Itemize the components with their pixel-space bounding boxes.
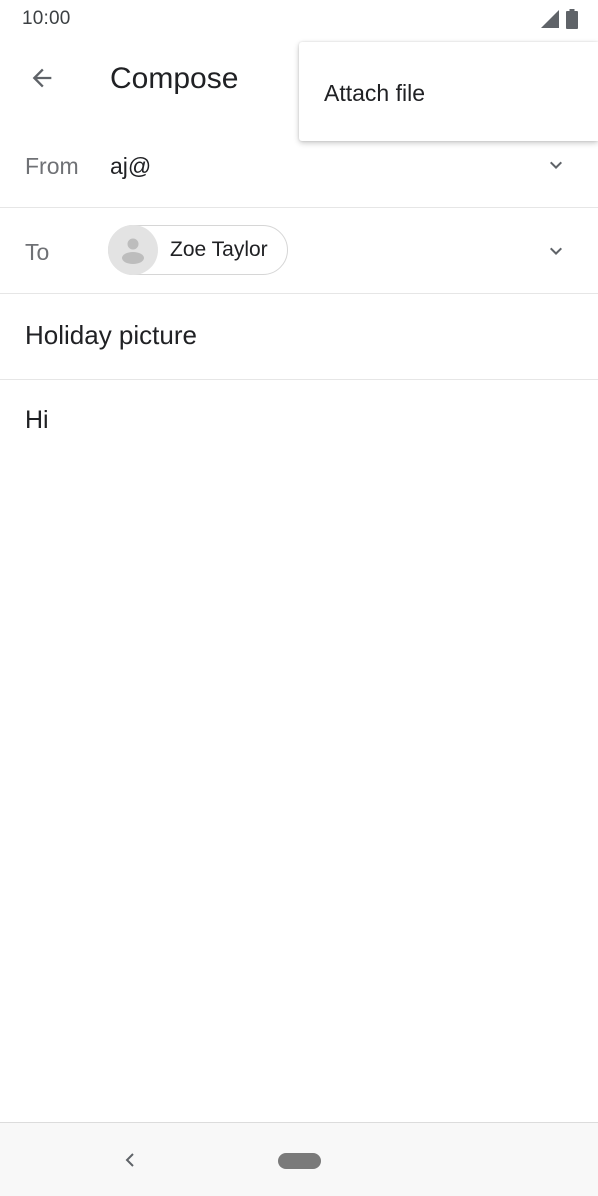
to-row[interactable]: To Zoe Taylor: [0, 208, 598, 294]
status-time: 10:00: [22, 8, 71, 29]
recipient-chip[interactable]: Zoe Taylor: [108, 225, 288, 275]
back-button[interactable]: [18, 58, 66, 102]
overflow-menu: Attach file: [299, 42, 598, 141]
battery-icon: [566, 9, 578, 34]
from-value[interactable]: aj@: [110, 153, 151, 180]
menu-item-attach-file[interactable]: Attach file: [299, 42, 598, 141]
home-pill-icon[interactable]: [278, 1153, 321, 1169]
chevron-down-icon[interactable]: [542, 151, 570, 179]
recipient-name: Zoe Taylor: [170, 238, 268, 261]
body-field[interactable]: Hi: [25, 406, 49, 435]
page-title: Compose: [110, 62, 239, 95]
status-icons: [540, 9, 578, 34]
arrow-left-icon: [28, 64, 56, 97]
person-icon: [108, 225, 158, 275]
system-nav-bar: [0, 1122, 598, 1196]
status-bar: 10:00: [0, 0, 598, 38]
menu-item-label: Attach file: [324, 80, 425, 106]
nav-back-icon[interactable]: [115, 1145, 145, 1175]
chevron-down-icon[interactable]: [542, 237, 570, 265]
to-label: To: [25, 239, 50, 265]
signal-icon: [540, 9, 560, 34]
from-label: From: [25, 153, 79, 179]
subject-row[interactable]: Holiday picture: [0, 294, 598, 380]
subject-field[interactable]: Holiday picture: [25, 320, 197, 351]
